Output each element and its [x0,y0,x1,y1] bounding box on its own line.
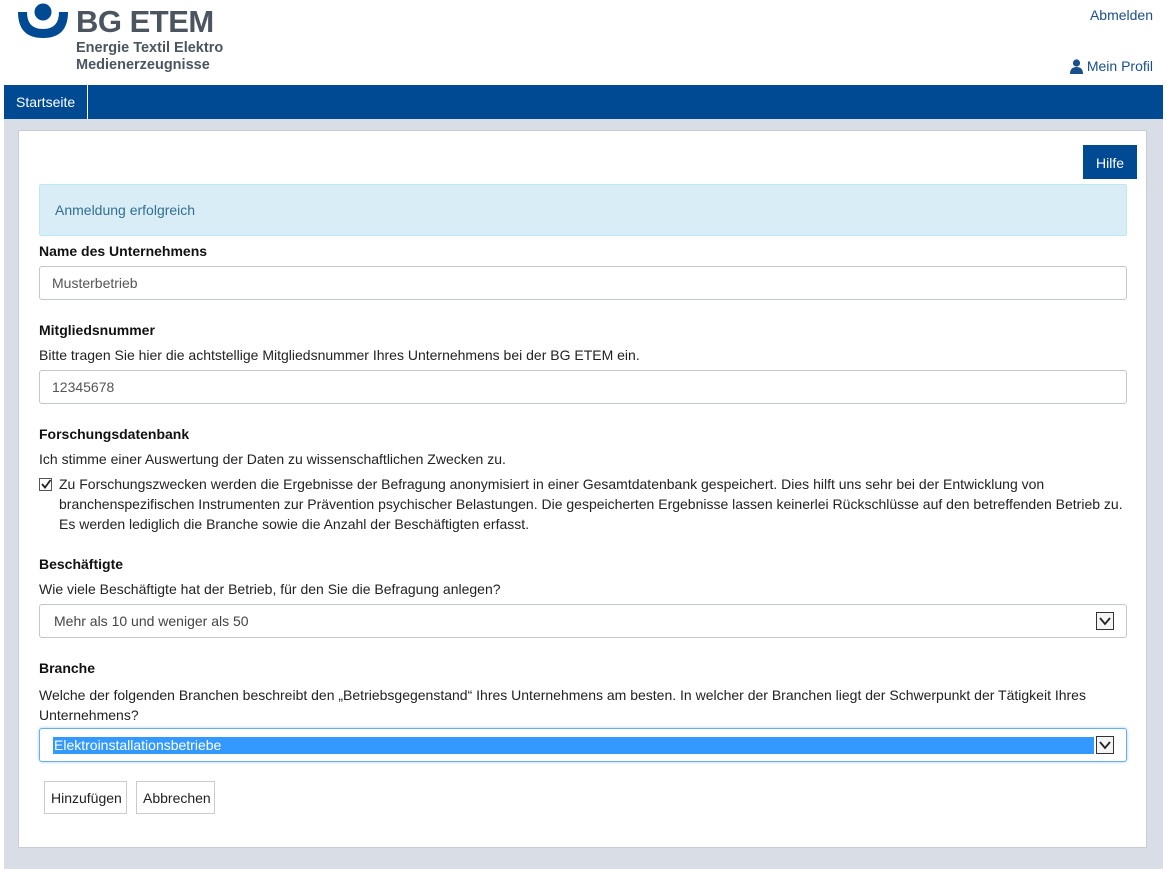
research-db-label: Forschungsdatenbank [39,426,190,442]
logo-subtitle-line1: Energie Textil Elektro [76,40,224,56]
success-alert: Anmeldung erfolgreich [39,184,1127,236]
logo-title: BG ETEM [76,4,214,39]
industry-select[interactable]: Elektroinstallationsbetriebe [39,728,1127,762]
cancel-button[interactable]: Abbrechen [136,781,215,814]
logo-subtitle: Energie Textil Elektro Medienerzeugnisse [76,40,223,74]
employees-selected-value: Mehr als 10 und weniger als 50 [54,613,249,629]
nav-item-startseite[interactable]: Startseite [4,85,89,119]
research-consent-checkbox[interactable] [39,478,52,491]
user-icon [1069,58,1083,74]
bg-etem-logo-icon [18,3,68,38]
employees-select[interactable]: Mehr als 10 und weniger als 50 [39,604,1127,638]
company-name-input[interactable] [39,266,1127,300]
employees-label: Beschäftigte [39,556,124,572]
help-button[interactable]: Hilfe [1083,145,1137,179]
add-button[interactable]: Hinzufügen [44,781,127,814]
research-consent-text: Zu Forschungszwecken werden die Ergebnis… [59,476,1123,532]
profile-link[interactable]: Mein Profil [1069,58,1153,74]
research-db-help: Ich stimme einer Auswertung der Daten zu… [39,451,506,467]
member-number-input[interactable] [39,370,1127,404]
employees-help: Wie viele Beschäftigte hat der Betrieb, … [39,581,501,597]
industry-label: Branche [39,660,96,676]
checkmark-icon [41,479,52,489]
page-header: BG ETEM Energie Textil Elektro Medienerz… [0,0,1167,85]
profile-label: Mein Profil [1086,58,1153,74]
logo-subtitle-line2: Medienerzeugnisse [76,57,210,73]
chevron-down-icon[interactable] [1096,612,1114,630]
bg-etem-logo[interactable]: BG ETEM Energie Textil Elektro Medienerz… [18,2,223,78]
company-name-label: Name des Unternehmens [39,243,208,259]
industry-help: Welche der folgenden Branchen beschreibt… [39,687,1086,723]
member-number-help: Bitte tragen Sie hier die achtstellige M… [39,347,640,363]
member-number-label: Mitgliedsnummer [39,322,155,338]
logout-link[interactable]: Abmelden [1090,7,1153,23]
chevron-down-icon[interactable] [1096,736,1114,754]
industry-selected-value: Elektroinstallationsbetriebe [53,737,1094,754]
main-navbar: Startseite [4,85,1163,119]
